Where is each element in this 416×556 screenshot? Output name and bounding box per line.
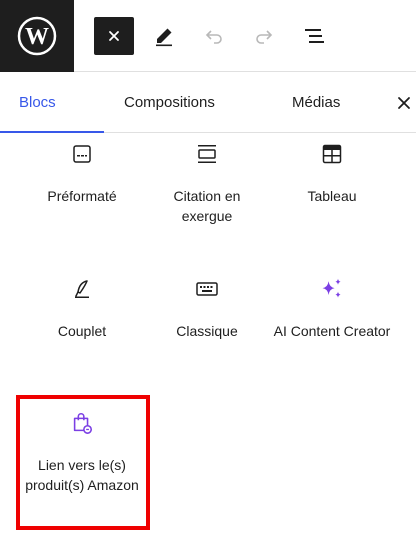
- block-classic[interactable]: Classique: [145, 277, 269, 341]
- list-view-icon: [305, 29, 324, 43]
- keyboard-icon: [195, 277, 219, 301]
- close-block-inserter-button[interactable]: [94, 17, 134, 55]
- block-verse[interactable]: Couplet: [20, 277, 144, 341]
- table-icon: [320, 142, 344, 166]
- pencil-icon: [156, 28, 172, 47]
- pullquote-icon: [195, 142, 219, 166]
- tab-compositions[interactable]: Compositions: [124, 73, 215, 133]
- active-tab-indicator: [0, 131, 104, 133]
- block-label: Préformaté: [47, 188, 117, 204]
- block-label: Citation en exergue: [173, 188, 241, 224]
- close-icon: [109, 31, 119, 41]
- preformatted-icon: [70, 142, 94, 166]
- block-label: Couplet: [57, 323, 107, 339]
- wordpress-icon: W: [17, 16, 57, 56]
- svg-text:W: W: [25, 24, 49, 50]
- close-icon: [398, 97, 410, 109]
- block-label: AI Content Creator: [273, 323, 391, 339]
- sparkles-icon: [320, 277, 344, 301]
- block-label: Tableau: [307, 188, 357, 204]
- document-overview-button[interactable]: [294, 16, 334, 56]
- tab-medias[interactable]: Médias: [292, 73, 340, 133]
- block-table[interactable]: Tableau: [270, 142, 394, 206]
- undo-icon: [205, 30, 222, 44]
- redo-button[interactable]: [244, 16, 284, 56]
- close-panel-button[interactable]: [392, 91, 416, 115]
- redo-icon: [256, 30, 273, 44]
- verse-icon: [70, 277, 94, 301]
- highlight-box: [16, 395, 150, 530]
- inserter-tabs: Blocs Compositions Médias: [0, 73, 416, 133]
- editor-toolbar: W: [0, 0, 416, 72]
- block-ai-content-creator[interactable]: AI Content Creator: [270, 277, 394, 341]
- block-pullquote[interactable]: Citation en exergue: [145, 142, 269, 226]
- undo-button[interactable]: [194, 16, 234, 56]
- tools-button[interactable]: [144, 16, 184, 56]
- block-preformatted[interactable]: Préformaté: [20, 142, 144, 206]
- block-label: Classique: [176, 323, 238, 339]
- tab-blocs[interactable]: Blocs: [19, 73, 56, 133]
- wordpress-logo-button[interactable]: W: [0, 0, 74, 72]
